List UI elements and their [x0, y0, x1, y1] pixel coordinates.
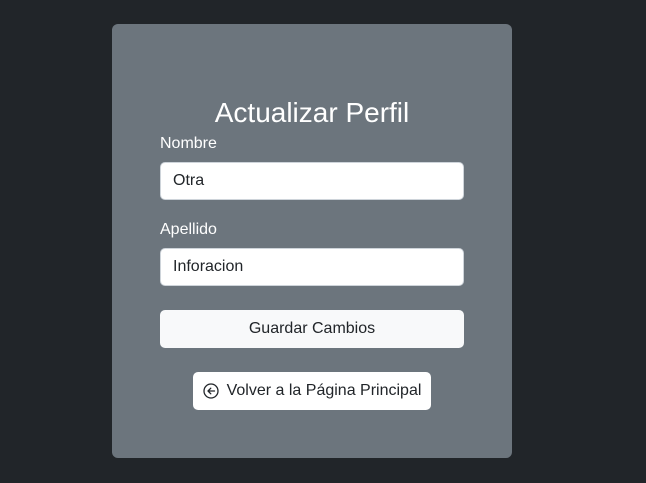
apellido-label: Apellido: [160, 221, 217, 238]
form-title: Actualizar Perfil: [214, 97, 410, 128]
back-to-home-button[interactable]: Volver a la Página Principal: [193, 372, 431, 410]
apellido-input[interactable]: [160, 248, 464, 286]
nombre-input[interactable]: [160, 162, 464, 200]
page: Actualizar Perfil Nombre Apellido Guarda…: [0, 0, 646, 483]
back-button-label: Volver a la Página Principal: [226, 382, 422, 399]
arrow-left-circle-icon: [202, 383, 219, 399]
profile-update-card: Actualizar Perfil Nombre Apellido Guarda…: [112, 24, 512, 458]
nombre-label: Nombre: [160, 135, 217, 152]
save-changes-button[interactable]: Guardar Cambios: [160, 310, 464, 348]
